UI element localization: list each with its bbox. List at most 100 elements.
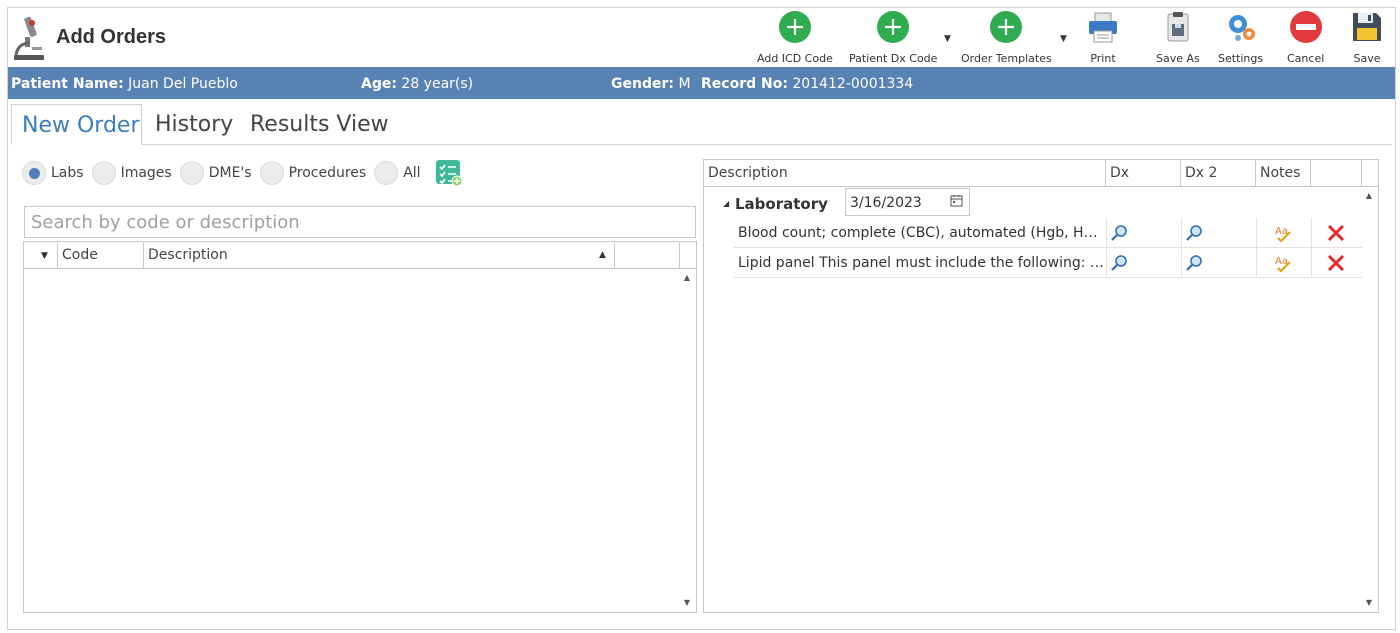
radio-dmes-label: DME's bbox=[208, 165, 252, 181]
magnifier-icon[interactable] bbox=[1185, 223, 1205, 243]
microscope-icon bbox=[14, 16, 44, 60]
column-header-description[interactable]: Description ▲ bbox=[144, 242, 615, 268]
patient-dx-code-button[interactable]: Patient Dx Code bbox=[849, 10, 937, 66]
cancel-circle-icon bbox=[1289, 11, 1322, 43]
patient-gender: Gender: M bbox=[611, 76, 691, 92]
patient-gender-label: Gender: bbox=[611, 76, 674, 92]
radio-dmes[interactable]: DME's bbox=[179, 161, 252, 185]
tab-history[interactable]: History bbox=[145, 104, 243, 145]
plus-circle-icon bbox=[877, 11, 910, 43]
header: Add Orders Add ICD Code Patient Dx Code … bbox=[8, 8, 1395, 68]
radio-circle bbox=[374, 161, 399, 185]
magnifier-icon[interactable] bbox=[1110, 253, 1130, 273]
column-header-blank bbox=[615, 242, 680, 268]
cancel-button[interactable]: Cancel bbox=[1287, 10, 1324, 66]
radio-procedures-label: Procedures bbox=[288, 165, 367, 181]
radio-circle bbox=[22, 161, 46, 185]
order-grid: Description Dx Dx 2 Notes ◢ Laboratory 3… bbox=[703, 159, 1379, 613]
group-label: Laboratory bbox=[735, 195, 828, 213]
column-header-dx2[interactable]: Dx 2 bbox=[1181, 160, 1256, 186]
printer-icon bbox=[1089, 12, 1117, 43]
order-description: Lipid panel This panel must include the … bbox=[738, 255, 1104, 271]
search-input[interactable] bbox=[24, 206, 696, 238]
add-icd-code-button[interactable]: Add ICD Code bbox=[757, 10, 833, 66]
save-as-label: Save As bbox=[1156, 52, 1200, 65]
order-row[interactable]: Lipid panel This panel must include the … bbox=[734, 248, 1362, 278]
scroll-down-arrow[interactable]: ▼ bbox=[680, 596, 694, 610]
settings-button[interactable]: Settings bbox=[1218, 10, 1263, 66]
spell-check-notes-icon[interactable]: Aa bbox=[1274, 253, 1294, 273]
patient-dx-code-dropdown-icon[interactable]: ▼ bbox=[944, 34, 951, 44]
column-header-dx[interactable]: Dx bbox=[1106, 160, 1181, 186]
cell-divider bbox=[1311, 248, 1312, 278]
save-as-button[interactable]: Save As bbox=[1156, 10, 1200, 66]
tab-results-view[interactable]: Results View bbox=[240, 104, 399, 145]
order-date-field[interactable]: 3/16/2023 bbox=[845, 188, 970, 216]
save-label: Save bbox=[1353, 52, 1381, 65]
magnifier-icon[interactable] bbox=[1185, 253, 1205, 273]
gears-icon bbox=[1228, 15, 1255, 41]
column-header-delete bbox=[1311, 160, 1362, 186]
scroll-up-arrow[interactable]: ▲ bbox=[1362, 189, 1376, 203]
patient-age: Age: 28 year(s) bbox=[361, 76, 473, 92]
radio-images[interactable]: Images bbox=[91, 161, 172, 185]
tab-new-order[interactable]: New Order bbox=[11, 104, 142, 145]
order-templates-button[interactable]: Order Templates bbox=[961, 10, 1052, 66]
code-grid-header: ▼ Code Description ▲ bbox=[24, 242, 696, 269]
radio-circle bbox=[259, 161, 284, 185]
patient-record: Record No: 201412-0001334 bbox=[701, 76, 913, 92]
column-header-notes[interactable]: Notes bbox=[1256, 160, 1311, 186]
order-grid-header: Description Dx Dx 2 Notes bbox=[704, 160, 1378, 187]
order-row[interactable]: Blood count; complete (CBC), automated (… bbox=[734, 218, 1362, 248]
patient-age-label: Age: bbox=[361, 76, 397, 92]
patient-age-value: 28 year(s) bbox=[401, 76, 474, 92]
cell-divider bbox=[1311, 218, 1312, 248]
spell-check-notes-icon[interactable]: Aa bbox=[1274, 223, 1294, 243]
sort-ascending-icon: ▲ bbox=[599, 250, 606, 260]
collapse-triangle-icon[interactable]: ◢ bbox=[723, 199, 729, 208]
column-header-description[interactable]: Description bbox=[704, 160, 1106, 186]
settings-label: Settings bbox=[1218, 52, 1264, 65]
delete-x-icon[interactable] bbox=[1326, 253, 1346, 273]
cell-divider bbox=[1106, 218, 1107, 248]
column-header-code[interactable]: Code bbox=[58, 242, 144, 268]
cell-divider bbox=[1106, 248, 1107, 278]
print-label: Print bbox=[1090, 52, 1116, 65]
order-description: Blood count; complete (CBC), automated (… bbox=[738, 225, 1104, 241]
plus-circle-icon bbox=[778, 11, 811, 43]
radio-images-label: Images bbox=[120, 165, 172, 181]
radio-all[interactable]: All bbox=[374, 161, 421, 185]
order-templates-label: Order Templates bbox=[961, 52, 1052, 65]
radio-procedures[interactable]: Procedures bbox=[259, 161, 367, 185]
magnifier-icon[interactable] bbox=[1110, 223, 1130, 243]
patient-dx-code-label: Patient Dx Code bbox=[849, 52, 938, 65]
patient-name-label: Patient Name: bbox=[11, 76, 124, 92]
radio-circle bbox=[91, 161, 116, 185]
patient-record-label: Record No: bbox=[701, 76, 788, 92]
scroll-up-arrow[interactable]: ▲ bbox=[680, 271, 694, 285]
cell-divider bbox=[1256, 218, 1257, 248]
cancel-label: Cancel bbox=[1287, 52, 1325, 65]
print-button[interactable]: Print bbox=[1086, 10, 1120, 66]
radio-labs[interactable]: Labs bbox=[22, 161, 84, 185]
calendar-icon[interactable] bbox=[950, 194, 963, 207]
save-button[interactable]: Save bbox=[1350, 10, 1384, 66]
floppy-disk-icon bbox=[1353, 13, 1381, 41]
page-title: Add Orders bbox=[56, 26, 167, 48]
add-icd-code-label: Add ICD Code bbox=[757, 52, 833, 65]
code-grid: ▼ Code Description ▲ ▲ ▼ bbox=[23, 241, 697, 613]
checklist-add-icon[interactable] bbox=[435, 159, 463, 187]
column-header-description-label: Description bbox=[148, 247, 228, 263]
cell-divider bbox=[1181, 218, 1182, 248]
chevron-down-icon: ▼ bbox=[41, 251, 48, 261]
radio-circle bbox=[179, 161, 204, 185]
order-date-value: 3/16/2023 bbox=[850, 195, 922, 211]
row-expander-column[interactable]: ▼ bbox=[24, 242, 58, 268]
order-type-filter: Labs Images DME's Procedures All bbox=[22, 158, 463, 188]
delete-x-icon[interactable] bbox=[1326, 223, 1346, 243]
cell-divider bbox=[1181, 248, 1182, 278]
cell-divider bbox=[1256, 248, 1257, 278]
patient-name-value: Juan Del Pueblo bbox=[128, 76, 238, 92]
scroll-down-arrow[interactable]: ▼ bbox=[1362, 596, 1376, 610]
order-templates-dropdown-icon[interactable]: ▼ bbox=[1060, 34, 1067, 44]
